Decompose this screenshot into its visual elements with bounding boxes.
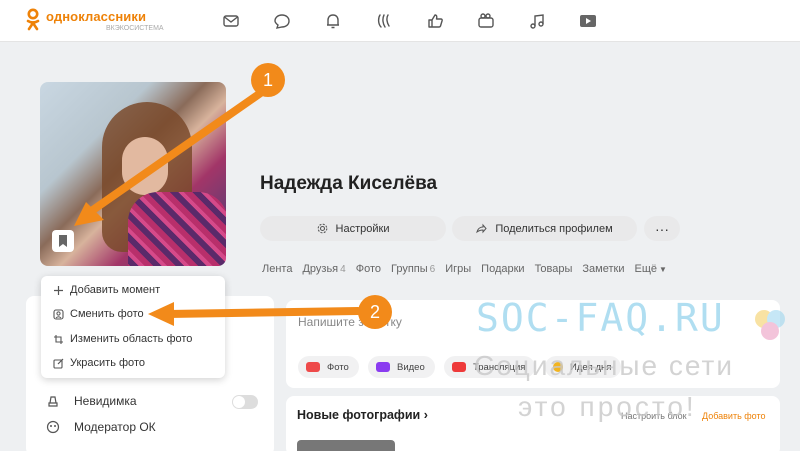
watermark-site: SOC-FAQ.RU (476, 296, 725, 340)
menu-add-moment[interactable]: Добавить момент (53, 282, 160, 298)
tab-goods[interactable]: Товары (535, 263, 573, 275)
tab-friends-count: 4 (340, 264, 346, 275)
gear-icon (317, 223, 327, 234)
tab-games-label: Игры (445, 263, 472, 275)
bell-icon[interactable] (324, 12, 342, 30)
tab-groups-count: 6 (429, 264, 436, 275)
moderator-icon (46, 420, 60, 434)
invisible-toggle[interactable] (232, 395, 258, 409)
tab-gifts-label: Подарки (481, 263, 525, 275)
profile-tabs: Лента Друзья 4 Фото Группы 6 Игры Подарки … (262, 263, 677, 275)
tab-feed[interactable]: Лента (262, 263, 292, 275)
tab-photos-label: Фото (355, 263, 381, 275)
chip-photo[interactable]: Фото (298, 356, 359, 378)
plus-icon (54, 285, 63, 295)
tab-photos[interactable]: Фото (356, 263, 381, 275)
left-menu-moderator[interactable]: Модератор ОК (46, 420, 156, 434)
video-icon (376, 362, 390, 372)
menu-change-area[interactable]: Изменить область фото (53, 331, 192, 347)
left-menu-moderator-label: Модератор ОК (74, 420, 156, 434)
avatar-face (122, 137, 168, 195)
mail-icon[interactable] (222, 12, 240, 30)
like-icon[interactable] (426, 12, 444, 30)
avatar-shirt (128, 192, 226, 266)
menu-change-area-label: Изменить область фото (70, 333, 193, 345)
new-photos-title-label: Новые фотографии (297, 408, 421, 422)
edit-icon (53, 358, 64, 369)
tab-friends[interactable]: Друзья 4 (302, 263, 345, 275)
menu-change-photo-label: Сменить фото (70, 308, 144, 320)
tab-more-label: Ещё (634, 263, 657, 275)
crop-icon (54, 334, 63, 344)
new-photos-title[interactable]: Новые фотографии › (297, 408, 428, 422)
broadcast-icon (452, 362, 466, 372)
share-profile-button[interactable]: Поделиться профилем (452, 216, 637, 241)
bookmark-icon[interactable] (52, 230, 74, 252)
add-photo-link[interactable]: Добавить фото (702, 411, 766, 421)
tab-groups-label: Группы (390, 263, 428, 275)
video-play-icon[interactable] (579, 12, 597, 30)
left-menu-invisible-label: Невидимка (74, 394, 137, 408)
more-options-button[interactable]: ··· (644, 216, 680, 241)
menu-add-moment-label: Добавить момент (70, 284, 161, 296)
tab-gifts[interactable]: Подарки (481, 263, 524, 275)
chevron-down-icon: ▼ (659, 265, 667, 274)
settings-button[interactable]: Настройки (260, 216, 446, 241)
chevron-right-icon: › (423, 408, 428, 422)
chip-photo-label: Фото (327, 361, 349, 373)
avatar-dropdown-menu: Добавить момент Сменить фото Изменить об… (41, 276, 225, 378)
tab-groups[interactable]: Группы 6 (391, 263, 435, 275)
share-profile-button-label: Поделиться профилем (495, 222, 613, 235)
watermark-line1: Социальные сети (474, 350, 735, 381)
guests-icon[interactable] (375, 12, 393, 30)
ok-logo[interactable]: одноклассники ВКЭКОСИСТЕМА (26, 8, 164, 32)
menu-decorate-photo[interactable]: Украсить фото (53, 355, 145, 371)
invisible-icon (48, 396, 58, 407)
ok-logo-icon (26, 8, 40, 32)
share-icon (476, 223, 488, 234)
video-camera-icon[interactable] (477, 12, 495, 30)
photo-thumbnail[interactable] (297, 440, 395, 451)
tab-feed-label: Лента (262, 263, 293, 275)
watermark-line2: это просто! (518, 391, 697, 422)
step-1-badge: 1 (251, 63, 285, 97)
profile-name: Надежда Киселёва (260, 173, 438, 194)
left-menu-invisible[interactable]: Невидимка (46, 394, 137, 408)
camera-icon (306, 362, 320, 372)
top-bar: одноклассники ВКЭКОСИСТЕМА (0, 0, 800, 42)
chip-video[interactable]: Видео (368, 356, 435, 378)
music-icon[interactable] (528, 12, 546, 30)
tab-games[interactable]: Игры (445, 263, 471, 275)
tab-goods-label: Товары (534, 263, 573, 275)
watermark-logo-icon (755, 310, 785, 340)
menu-change-photo[interactable]: Сменить фото (53, 306, 144, 322)
user-photo-icon (53, 308, 64, 320)
menu-decorate-photo-label: Украсить фото (70, 357, 145, 369)
tab-more[interactable]: Ещё ▼ (634, 263, 666, 275)
settings-button-label: Настройки (335, 222, 390, 235)
chip-video-label: Видео (397, 361, 425, 373)
chat-icon[interactable] (273, 12, 291, 30)
step-2-badge: 2 (358, 295, 392, 329)
brand-title: одноклассники (46, 8, 147, 24)
tab-friends-label: Друзья (302, 263, 339, 275)
tab-notes[interactable]: Заметки (582, 263, 624, 275)
brand-subtitle: ВКЭКОСИСТЕМА (106, 24, 164, 32)
tab-notes-label: Заметки (582, 263, 625, 275)
